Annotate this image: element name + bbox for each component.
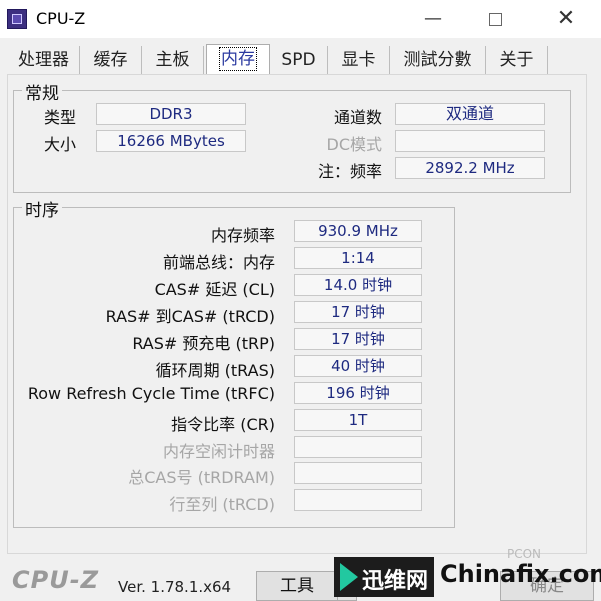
tab-mainboard[interactable]: 主板 xyxy=(142,46,204,74)
cpuz-app-icon xyxy=(7,9,27,29)
timing-value-dram-frequency: 930.9 MHz xyxy=(294,220,422,242)
timing-label-trcd: RAS# 到CAS# (tRCD) xyxy=(105,307,275,326)
timing-label-cas-latency: CAS# 延迟 (CL) xyxy=(154,280,275,299)
timing-value-row-to-column xyxy=(294,489,422,511)
timing-value-idle-timer xyxy=(294,436,422,458)
dc-mode-label: DC模式 xyxy=(326,135,383,154)
timing-value-trcd: 17 时钟 xyxy=(294,301,422,323)
window-title: CPU-Z xyxy=(36,9,86,28)
channels-value: 双通道 xyxy=(395,103,545,125)
maximize-icon xyxy=(488,12,502,26)
timing-label-dram-frequency: 内存频率 xyxy=(210,226,275,245)
channels-label: 通道数 xyxy=(333,108,382,127)
timing-value-cas-latency: 14.0 时钟 xyxy=(294,274,422,296)
tools-button[interactable]: 工具 xyxy=(256,571,338,601)
type-label: 类型 xyxy=(43,108,76,127)
timing-label-trp: RAS# 预充电 (tRP) xyxy=(132,334,275,353)
timing-value-trp: 17 时钟 xyxy=(294,328,422,350)
type-value: DDR3 xyxy=(96,103,246,125)
timing-label-total-cas: 总CAS号 (tRDRAM) xyxy=(128,468,275,487)
timing-value-tras: 40 时钟 xyxy=(294,355,422,377)
tab-spd[interactable]: SPD xyxy=(270,46,328,74)
timing-label-trfc: Row Refresh Cycle Time (tRFC) xyxy=(27,384,275,403)
cpuz-logo: CPU-Z xyxy=(12,566,100,594)
tab-cache[interactable]: 缓存 xyxy=(80,46,142,74)
general-group-title: 常规 xyxy=(22,79,62,104)
watermark-badge-text: 迅维网 xyxy=(362,569,429,594)
tab-bench[interactable]: 测試分數 xyxy=(390,46,486,74)
timing-value-trfc: 196 时钟 xyxy=(294,382,422,404)
title-bar: CPU-Z — ✕ xyxy=(0,0,601,38)
close-button[interactable]: ✕ xyxy=(543,0,589,38)
tab-memory[interactable]: 内存 xyxy=(206,44,270,76)
timing-label-fsb-dram: 前端总线：内存 xyxy=(162,253,275,272)
timing-label-row-to-column: 行至列 (tRCD) xyxy=(169,495,275,514)
timings-group-title: 时序 xyxy=(22,196,62,221)
version-text: Ver. 1.78.1.x64 xyxy=(118,578,232,596)
watermark-site: Chinafix.com xyxy=(440,560,601,588)
timing-value-total-cas xyxy=(294,462,422,484)
tab-processor[interactable]: 处理器 xyxy=(8,46,80,74)
frequency-value: 2892.2 MHz xyxy=(395,157,545,179)
maximize-button[interactable] xyxy=(472,0,518,38)
watermark-arrow-icon xyxy=(340,563,358,591)
watermark-pcon: PCON xyxy=(507,547,542,561)
size-label: 大小 xyxy=(43,135,76,154)
tab-graphics[interactable]: 显卡 xyxy=(328,46,390,74)
timing-value-command-rate: 1T xyxy=(294,409,422,431)
timing-label-command-rate: 指令比率 (CR) xyxy=(171,415,275,434)
tab-about[interactable]: 关于 xyxy=(486,46,548,74)
minimize-button[interactable]: — xyxy=(410,0,456,38)
frequency-label: 注：频率 xyxy=(317,162,382,181)
timing-label-tras: 循环周期 (tRAS) xyxy=(155,361,275,380)
timing-value-fsb-dram: 1:14 xyxy=(294,247,422,269)
dc-mode-value xyxy=(395,130,545,152)
timing-label-idle-timer: 内存空闲计时器 xyxy=(162,442,275,461)
size-value: 16266 MBytes xyxy=(96,130,246,152)
watermark-badge: 迅维网 xyxy=(334,557,434,597)
